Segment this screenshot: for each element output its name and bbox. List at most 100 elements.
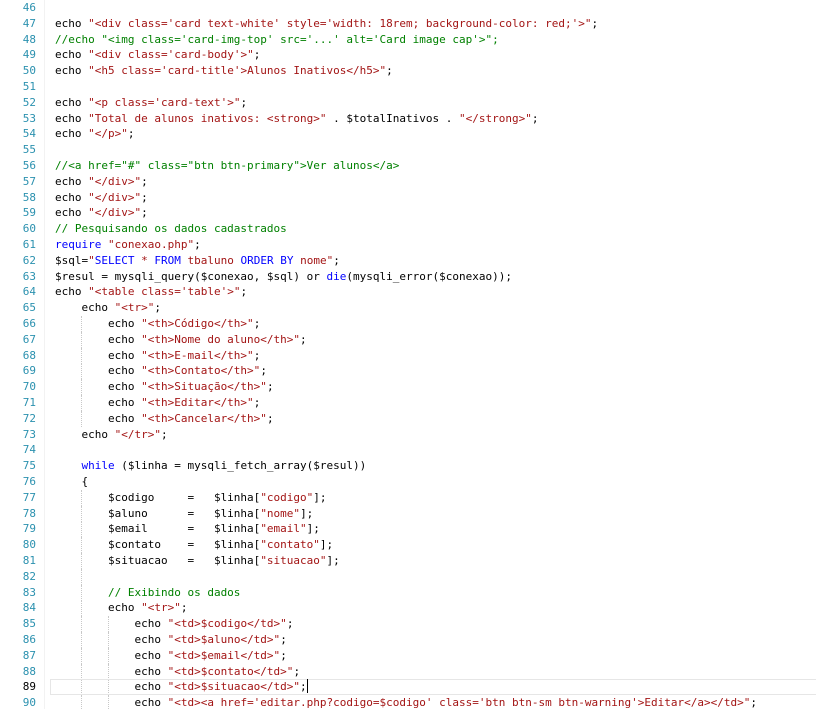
code-text[interactable]: $contato = $linha["contato"];: [55, 537, 333, 553]
code-line[interactable]: 52 echo "<p class='card-text'>";: [0, 95, 816, 111]
code-token: "nome": [260, 506, 301, 520]
code-text[interactable]: echo "<td>$contato</td>";: [55, 664, 300, 680]
code-line[interactable]: 78 $aluno = $linha["nome"];: [0, 505, 816, 522]
code-text[interactable]: echo "</div>";: [55, 205, 148, 221]
code-text[interactable]: echo "<td>$email</td>";: [55, 648, 286, 664]
code-line[interactable]: 80 $contato = $linha["contato"];: [0, 537, 816, 554]
code-text[interactable]: echo "</tr>";: [55, 427, 167, 443]
code-line[interactable]: 76 {: [0, 474, 816, 490]
code-line[interactable]: 72 echo "<th>Cancelar</th>";: [0, 410, 816, 427]
code-text[interactable]: echo "</div>";: [55, 190, 148, 206]
code-text[interactable]: echo "<table class='table'>";: [55, 284, 247, 300]
code-line[interactable]: 67 echo "<th>Nome do aluno</th>";: [0, 331, 816, 348]
code-line[interactable]: 84 echo "<tr>";: [0, 600, 816, 617]
code-line[interactable]: 64 echo "<table class='table'>";: [0, 284, 816, 300]
code-text[interactable]: $resul = mysqli_query($conexao, $sql) or…: [55, 269, 512, 285]
code-token: echo: [55, 332, 142, 346]
code-text[interactable]: echo "</p>";: [55, 126, 135, 142]
line-number: 87: [22, 648, 36, 662]
code-line[interactable]: 75 while ($linha = mysqli_fetch_array($r…: [0, 458, 816, 474]
code-text[interactable]: {: [55, 474, 88, 490]
code-line[interactable]: 81 $situacao = $linha["situacao"];: [0, 553, 816, 569]
code-text[interactable]: echo "<th>Contato</th>";: [55, 363, 267, 379]
code-text[interactable]: require "conexao.php";: [55, 237, 201, 253]
code-token: echo: [55, 111, 89, 125]
code-text[interactable]: //echo "<img class='card-img-top' src='.…: [55, 32, 499, 48]
code-line[interactable]: 48 //echo "<img class='card-img-top' src=…: [0, 32, 816, 48]
code-line[interactable]: 79 $email = $linha["email"];: [0, 521, 816, 538]
code-token: echo: [55, 411, 142, 425]
code-token: ;: [253, 348, 261, 362]
code-token: ": [88, 253, 95, 267]
code-line[interactable]: 73 echo "</tr>";: [0, 427, 816, 443]
code-text[interactable]: // Pesquisando os dados cadastrados: [55, 221, 287, 237]
code-line[interactable]: 53 echo "Total de alunos inativos: <stron…: [0, 111, 816, 127]
code-text[interactable]: echo "<td>$aluno</td>";: [55, 632, 286, 648]
code-text[interactable]: $codigo = $linha["codigo"];: [55, 490, 327, 506]
code-line[interactable]: 68 echo "<th>E-mail</th>";: [0, 347, 816, 364]
code-line[interactable]: 86 echo "<td>$aluno</td>";: [0, 632, 816, 648]
code-line[interactable]: 46: [0, 0, 816, 16]
code-line[interactable]: 85 echo "<td>$codigo</td>";: [0, 616, 816, 633]
code-line[interactable]: 83 // Exibindo os dados: [0, 584, 816, 601]
code-text[interactable]: echo "<p class='card-text'>";: [55, 95, 247, 111]
code-text[interactable]: echo "</div>";: [55, 174, 148, 190]
code-line[interactable]: 55: [0, 142, 816, 158]
code-text[interactable]: echo "<tr>";: [55, 600, 188, 616]
code-line[interactable]: 63 $resul = mysqli_query($conexao, $sql) …: [0, 269, 816, 285]
code-line[interactable]: 65 echo "<tr>";: [0, 300, 816, 316]
code-editor[interactable]: 46 47 echo "<div class='card text-white' s…: [0, 0, 816, 709]
code-line[interactable]: 62 $sql="SELECT * FROM tbaluno ORDER BY n…: [0, 253, 816, 269]
code-line[interactable]: 58 echo "</div>";: [0, 190, 816, 206]
code-text[interactable]: echo "<th>Cancelar</th>";: [55, 411, 274, 427]
line-number: 67: [22, 332, 36, 346]
code-text[interactable]: $email = $linha["email"];: [55, 521, 320, 537]
code-text[interactable]: while ($linha = mysqli_fetch_array($resu…: [55, 458, 366, 474]
code-line[interactable]: 47 echo "<div class='card text-white' sty…: [0, 16, 816, 32]
code-line[interactable]: 61 require "conexao.php";: [0, 237, 816, 253]
code-text[interactable]: echo "<div class='card-body'>";: [55, 47, 260, 63]
code-text[interactable]: $situacao = $linha["situacao"];: [55, 553, 340, 569]
code-text[interactable]: echo "Total de alunos inativos: <strong>…: [55, 111, 538, 127]
code-text[interactable]: // Exibindo os dados: [55, 585, 240, 601]
code-text[interactable]: echo "<th>Código</th>";: [55, 316, 260, 332]
code-token: echo: [55, 601, 142, 615]
code-line[interactable]: 88 echo "<td>$contato</td>";: [0, 663, 816, 680]
code-line[interactable]: 50 echo "<h5 class='card-title'>Alunos In…: [0, 63, 816, 79]
code-line[interactable]: 74: [0, 442, 816, 458]
code-text[interactable]: $aluno = $linha["nome"];: [55, 506, 313, 522]
code-line[interactable]: 87 echo "<td>$email</td>";: [0, 647, 816, 664]
code-text[interactable]: echo "<td>$situacao</td>";: [55, 679, 308, 695]
code-line[interactable]: 51: [0, 79, 816, 95]
code-text[interactable]: //<a href="#" class="btn btn-primary">Ve…: [55, 158, 399, 174]
code-text[interactable]: echo "<td><a href='editar.php?codigo=$co…: [55, 695, 757, 709]
code-line[interactable]: 57 echo "</div>";: [0, 174, 816, 190]
code-line[interactable]: 69 echo "<th>Contato</th>";: [0, 363, 816, 380]
code-line[interactable]: 71 echo "<th>Editar</th>";: [0, 395, 816, 411]
code-text[interactable]: echo "<th>Nome do aluno</th>";: [55, 332, 307, 348]
code-line[interactable]: 90 echo "<td><a href='editar.php?codigo=…: [0, 695, 816, 709]
code-token: "<td>$contato</td>": [167, 664, 294, 678]
code-token: ;: [240, 95, 248, 109]
code-text[interactable]: echo "<tr>";: [55, 300, 161, 316]
code-line[interactable]: 59 echo "</div>";: [0, 205, 816, 221]
code-token: echo: [55, 190, 89, 204]
code-text[interactable]: echo "<div class='card text-white' style…: [55, 16, 598, 32]
line-number: 53: [22, 111, 36, 125]
code-text[interactable]: echo "<td>$codigo</td>";: [55, 616, 293, 632]
code-text[interactable]: echo "<th>Situação</th>";: [55, 379, 274, 395]
code-text[interactable]: echo "<h5 class='card-title'>Alunos Inat…: [55, 63, 393, 79]
code-text[interactable]: echo "<th>E-mail</th>";: [55, 348, 260, 364]
code-line[interactable]: 70 echo "<th>Situação</th>";: [0, 379, 816, 396]
code-line[interactable]: 60 // Pesquisando os dados cadastrados: [0, 221, 816, 237]
code-line[interactable]: 89 echo "<td>$situacao</td>";: [0, 679, 816, 696]
code-line[interactable]: 49 echo "<div class='card-body'>";: [0, 47, 816, 63]
code-line[interactable]: 54 echo "</p>";: [0, 126, 816, 142]
code-line[interactable]: 66 echo "<th>Código</th>";: [0, 316, 816, 332]
code-line[interactable]: 56 //<a href="#" class="btn btn-primary">…: [0, 158, 816, 174]
line-number: 74: [22, 443, 36, 457]
code-line[interactable]: 82: [0, 568, 816, 585]
code-text[interactable]: $sql="SELECT * FROM tbaluno ORDER BY nom…: [55, 253, 340, 269]
code-line[interactable]: 77 $codigo = $linha["codigo"];: [0, 489, 816, 506]
code-text[interactable]: echo "<th>Editar</th>";: [55, 395, 260, 411]
